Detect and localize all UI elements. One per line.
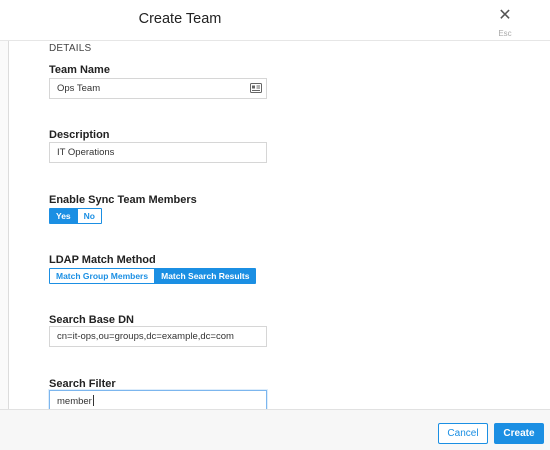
modal-footer: Cancel Create (0, 409, 550, 450)
enable-sync-label: Enable Sync Team Members (49, 194, 197, 206)
team-name-input[interactable]: Ops Team (49, 78, 267, 99)
search-filter-input[interactable]: member (49, 390, 267, 411)
create-button[interactable]: Create (494, 423, 544, 444)
ldap-match-group-members[interactable]: Match Group Members (50, 269, 155, 283)
text-caret (92, 395, 94, 406)
search-base-dn-input[interactable]: cn=it-ops,ou=groups,dc=example,dc=com (49, 326, 267, 347)
section-title: DETAILS (49, 43, 92, 54)
close-icon[interactable]: ✕ (492, 8, 518, 24)
description-input[interactable]: IT Operations (49, 142, 267, 163)
search-base-dn-label: Search Base DN (49, 314, 134, 326)
close-control[interactable]: ✕ Esc (492, 8, 518, 39)
modal-title: Create Team (138, 11, 222, 27)
contact-card-icon[interactable] (250, 83, 262, 93)
search-filter-value: member (57, 396, 92, 407)
description-label: Description (49, 129, 110, 141)
modal-header: Create Team ✕ Esc (0, 0, 550, 41)
enable-sync-toggle: Yes No (49, 208, 102, 224)
cancel-button[interactable]: Cancel (438, 423, 488, 444)
ldap-match-search-results[interactable]: Match Search Results (154, 269, 256, 283)
ldap-match-label: LDAP Match Method (49, 254, 156, 266)
enable-sync-yes[interactable]: Yes (50, 209, 77, 223)
team-name-label: Team Name (49, 64, 110, 76)
ldap-match-toggle: Match Group Members Match Search Results (49, 268, 257, 284)
team-name-value: Ops Team (57, 83, 101, 94)
description-value: IT Operations (57, 147, 115, 158)
search-filter-text: member (57, 395, 94, 407)
esc-hint: Esc (498, 29, 512, 38)
enable-sync-no[interactable]: No (76, 209, 101, 223)
search-base-dn-value: cn=it-ops,ou=groups,dc=example,dc=com (57, 331, 234, 342)
search-filter-label: Search Filter (49, 378, 116, 390)
left-rail (0, 41, 9, 409)
